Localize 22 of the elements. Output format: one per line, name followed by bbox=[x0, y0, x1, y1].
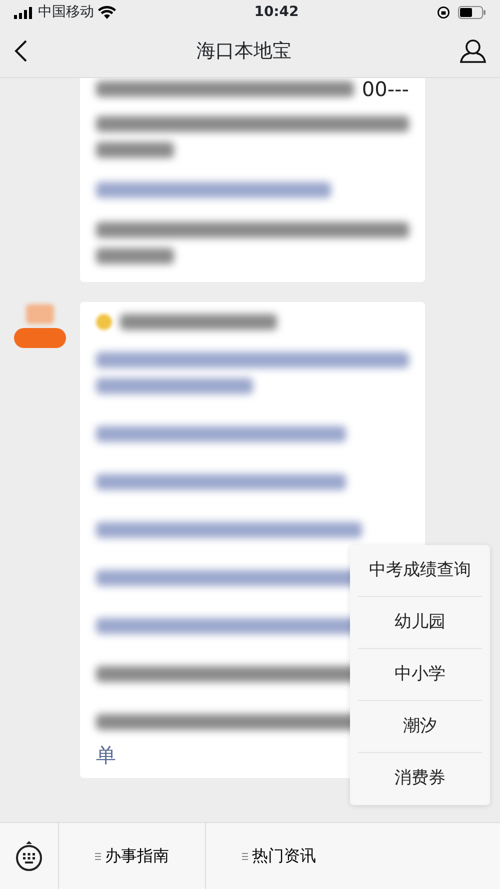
page-title: 海口本地宝 bbox=[196, 38, 292, 64]
menu-item[interactable]: 中考成绩查询 bbox=[358, 545, 482, 597]
battery-icon bbox=[458, 6, 486, 19]
back-icon[interactable] bbox=[14, 40, 28, 62]
menu-item[interactable]: 中小学 bbox=[358, 649, 482, 701]
carrier-name: 中国移动 bbox=[38, 3, 94, 22]
profile-icon[interactable] bbox=[460, 39, 486, 63]
rotation-lock-icon bbox=[436, 6, 450, 19]
menu-tab[interactable]: 办事指南 bbox=[58, 823, 205, 889]
menu-item[interactable]: 消费券 bbox=[358, 753, 482, 805]
menu-tab[interactable]: 热门资讯 bbox=[205, 823, 352, 889]
menu-lines-icon bbox=[95, 852, 101, 860]
menu-lines-icon bbox=[242, 852, 248, 860]
keyboard-icon[interactable] bbox=[15, 841, 43, 871]
message-text: 单 bbox=[96, 742, 117, 769]
wifi-icon bbox=[98, 6, 116, 19]
message-text: 00--- bbox=[362, 78, 409, 103]
clock-time: 10:42 bbox=[254, 3, 299, 22]
signal-icon bbox=[14, 6, 34, 18]
menu-item[interactable]: 潮汐 bbox=[358, 701, 482, 753]
bullet-icon bbox=[96, 314, 112, 330]
menu-item[interactable]: 幼儿园 bbox=[358, 597, 482, 649]
